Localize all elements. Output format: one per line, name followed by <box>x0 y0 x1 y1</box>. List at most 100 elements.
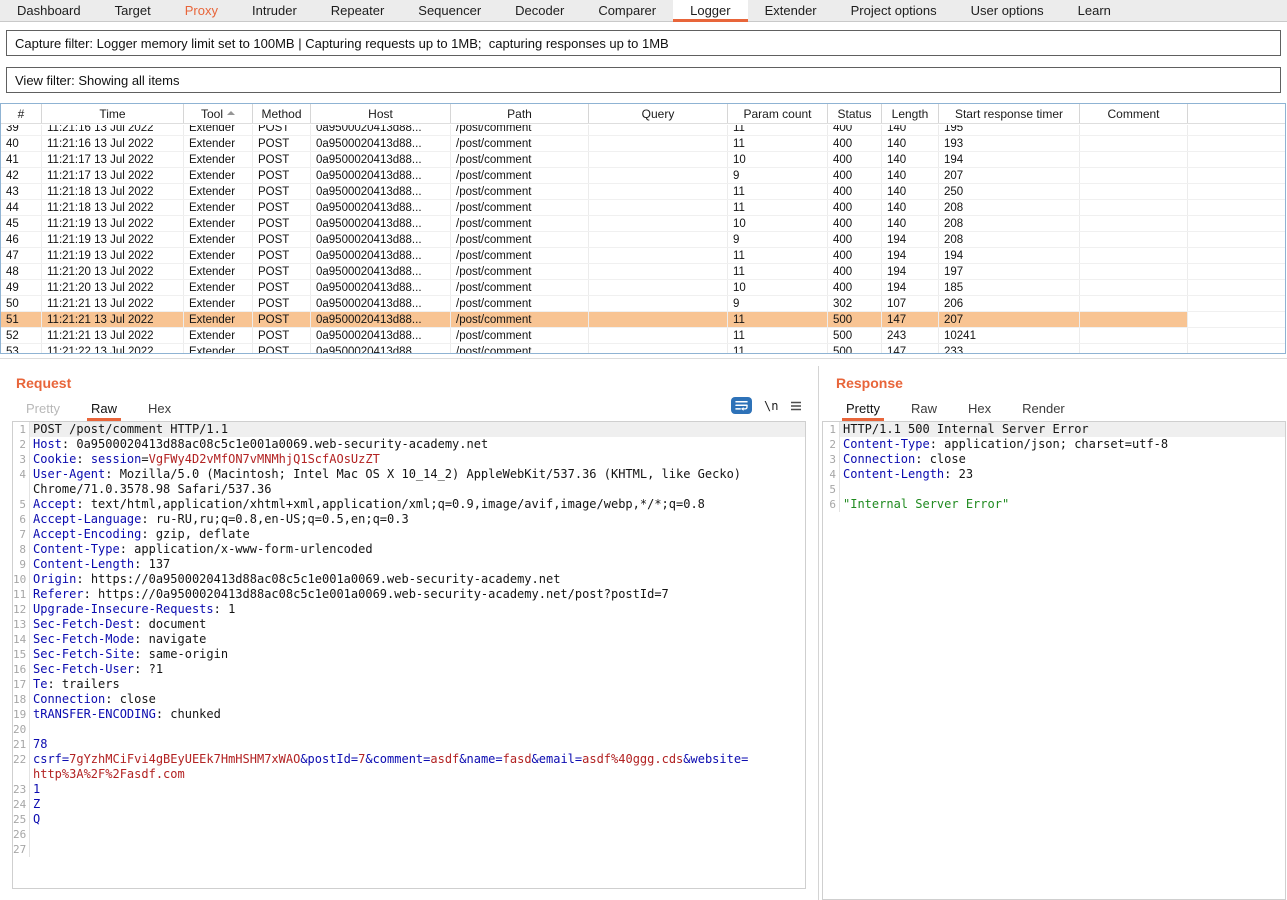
cell-status: 400 <box>828 136 882 151</box>
cell-filler <box>1188 136 1285 151</box>
line-text: Z <box>30 797 805 812</box>
menu-tab-repeater[interactable]: Repeater <box>314 0 401 21</box>
cell-time: 11:21:19 13 Jul 2022 <box>42 216 184 231</box>
table-splitter[interactable] <box>0 358 1287 359</box>
cell-filler <box>1188 152 1285 167</box>
capture-filter-bar[interactable]: Capture filter: Logger memory limit set … <box>6 30 1281 56</box>
menu-tab-project-options[interactable]: Project options <box>834 0 954 21</box>
text-segment: Sec-Fetch-Dest <box>33 617 134 631</box>
table-row[interactable]: 4211:21:17 13 Jul 2022ExtenderPOST0a9500… <box>1 168 1285 184</box>
menu-tab-extender[interactable]: Extender <box>748 0 834 21</box>
editor-line: 27 <box>13 842 805 857</box>
text-segment: same-origin <box>149 647 228 661</box>
table-row[interactable]: 4811:21:20 13 Jul 2022ExtenderPOST0a9500… <box>1 264 1285 280</box>
show-newlines-toggle[interactable]: \n <box>764 399 778 413</box>
text-segment: https://0a9500020413d88ac08c5c1e001a0069… <box>91 572 561 586</box>
menu-tab-logger[interactable]: Logger <box>673 0 747 21</box>
table-row[interactable]: 4511:21:19 13 Jul 2022ExtenderPOST0a9500… <box>1 216 1285 232</box>
table-row[interactable]: 4111:21:17 13 Jul 2022ExtenderPOST0a9500… <box>1 152 1285 168</box>
text-segment: Accept-Language <box>33 512 141 526</box>
column-header-length[interactable]: Length <box>882 104 939 123</box>
column-header-host[interactable]: Host <box>311 104 451 123</box>
table-row[interactable]: 4611:21:19 13 Jul 2022ExtenderPOST0a9500… <box>1 232 1285 248</box>
cell-param-count: 9 <box>728 232 828 247</box>
response-tab-hex[interactable]: Hex <box>966 398 993 419</box>
cell-status: 400 <box>828 184 882 199</box>
editor-menu-icon[interactable] <box>790 401 802 411</box>
table-row[interactable]: 3911:21:16 13 Jul 2022ExtenderPOST0a9500… <box>1 125 1285 136</box>
table-row[interactable]: 5211:21:21 13 Jul 2022ExtenderPOST0a9500… <box>1 328 1285 344</box>
editor-line: 15Sec-Fetch-Site: same-origin <box>13 647 805 662</box>
response-editor[interactable]: 1HTTP/1.1 500 Internal Server Error2Cont… <box>822 421 1286 900</box>
column-header-status[interactable]: Status <box>828 104 882 123</box>
column-label: Tool <box>201 107 223 121</box>
text-segment: : <box>47 677 61 691</box>
table-row[interactable]: 4011:21:16 13 Jul 2022ExtenderPOST0a9500… <box>1 136 1285 152</box>
column-header-[interactable]: # <box>1 104 42 123</box>
cell-filler <box>1188 296 1285 311</box>
text-segment: http%3A%2F%2Fasdf.com <box>33 767 185 781</box>
menu-tab-decoder[interactable]: Decoder <box>498 0 581 21</box>
text-segment: : <box>76 452 90 466</box>
menu-tab-intruder[interactable]: Intruder <box>235 0 314 21</box>
table-row[interactable]: 5111:21:21 13 Jul 2022ExtenderPOST0a9500… <box>1 312 1285 328</box>
column-header-query[interactable]: Query <box>589 104 728 123</box>
line-text: Sec-Fetch-Mode: navigate <box>30 632 805 647</box>
menu-tab-comparer[interactable]: Comparer <box>581 0 673 21</box>
request-response-divider[interactable] <box>818 366 819 900</box>
line-text: Accept-Encoding: gzip, deflate <box>30 527 805 542</box>
cell-: 47 <box>1 248 42 263</box>
cell-length: 147 <box>882 344 939 353</box>
menu-tab-learn[interactable]: Learn <box>1061 0 1128 21</box>
response-tab-render[interactable]: Render <box>1020 398 1067 419</box>
cell-: 50 <box>1 296 42 311</box>
request-tab-raw[interactable]: Raw <box>89 398 119 419</box>
response-tab-raw[interactable]: Raw <box>909 398 939 419</box>
text-segment: 7gYzhMCiFvi4gBEyUEEk7HmHSHM7xWAO <box>69 752 300 766</box>
column-label: Query <box>642 107 675 121</box>
text-segment: 1 <box>228 602 235 616</box>
text-segment: document <box>149 617 207 631</box>
line-number: 15 <box>13 647 30 662</box>
cell-path: /post/comment <box>451 200 589 215</box>
cell-status: 400 <box>828 264 882 279</box>
column-header-time[interactable]: Time <box>42 104 184 123</box>
request-tab-hex[interactable]: Hex <box>146 398 173 419</box>
sort-ascending-icon <box>227 111 235 115</box>
table-row[interactable]: 4711:21:19 13 Jul 2022ExtenderPOST0a9500… <box>1 248 1285 264</box>
column-header-param-count[interactable]: Param count <box>728 104 828 123</box>
text-segment: : <box>84 587 98 601</box>
table-row[interactable]: 4911:21:20 13 Jul 2022ExtenderPOST0a9500… <box>1 280 1285 296</box>
cell-method: POST <box>253 328 311 343</box>
table-row[interactable]: 5011:21:21 13 Jul 2022ExtenderPOST0a9500… <box>1 296 1285 312</box>
table-row[interactable]: 5311:21:22 13 Jul 2022ExtenderPOST0a9500… <box>1 344 1285 353</box>
cell-comment <box>1080 200 1188 215</box>
response-tab-pretty[interactable]: Pretty <box>844 398 882 419</box>
cell-status: 400 <box>828 232 882 247</box>
text-segment: "Internal Server Error" <box>843 497 1009 511</box>
text-segment: 78 <box>33 737 47 751</box>
line-text: Content-Length: 23 <box>840 467 1285 482</box>
line-text: Connection: close <box>840 452 1285 467</box>
menu-tab-user-options[interactable]: User options <box>954 0 1061 21</box>
column-header-comment[interactable]: Comment <box>1080 104 1188 123</box>
menu-tab-sequencer[interactable]: Sequencer <box>401 0 498 21</box>
column-header-start-response-timer[interactable]: Start response timer <box>939 104 1080 123</box>
cell-comment <box>1080 168 1188 183</box>
line-text: csrf=7gYzhMCiFvi4gBEyUEEk7HmHSHM7xWAO&po… <box>30 752 805 767</box>
menu-tab-proxy[interactable]: Proxy <box>168 0 235 21</box>
view-filter-bar[interactable]: View filter: Showing all items <box>6 67 1281 93</box>
line-text: Sec-Fetch-Dest: document <box>30 617 805 632</box>
request-editor[interactable]: 1POST /post/comment HTTP/1.12Host: 0a950… <box>12 421 806 889</box>
menu-tab-target[interactable]: Target <box>98 0 168 21</box>
table-row[interactable]: 4311:21:18 13 Jul 2022ExtenderPOST0a9500… <box>1 184 1285 200</box>
editor-line: 231 <box>13 782 805 797</box>
cell-host: 0a9500020413d88... <box>311 184 451 199</box>
menu-tab-dashboard[interactable]: Dashboard <box>0 0 98 21</box>
word-wrap-button[interactable] <box>731 397 752 414</box>
table-row[interactable]: 4411:21:18 13 Jul 2022ExtenderPOST0a9500… <box>1 200 1285 216</box>
line-text: "Internal Server Error" <box>840 497 1285 512</box>
column-header-method[interactable]: Method <box>253 104 311 123</box>
column-header-tool[interactable]: Tool <box>184 104 253 123</box>
column-header-path[interactable]: Path <box>451 104 589 123</box>
